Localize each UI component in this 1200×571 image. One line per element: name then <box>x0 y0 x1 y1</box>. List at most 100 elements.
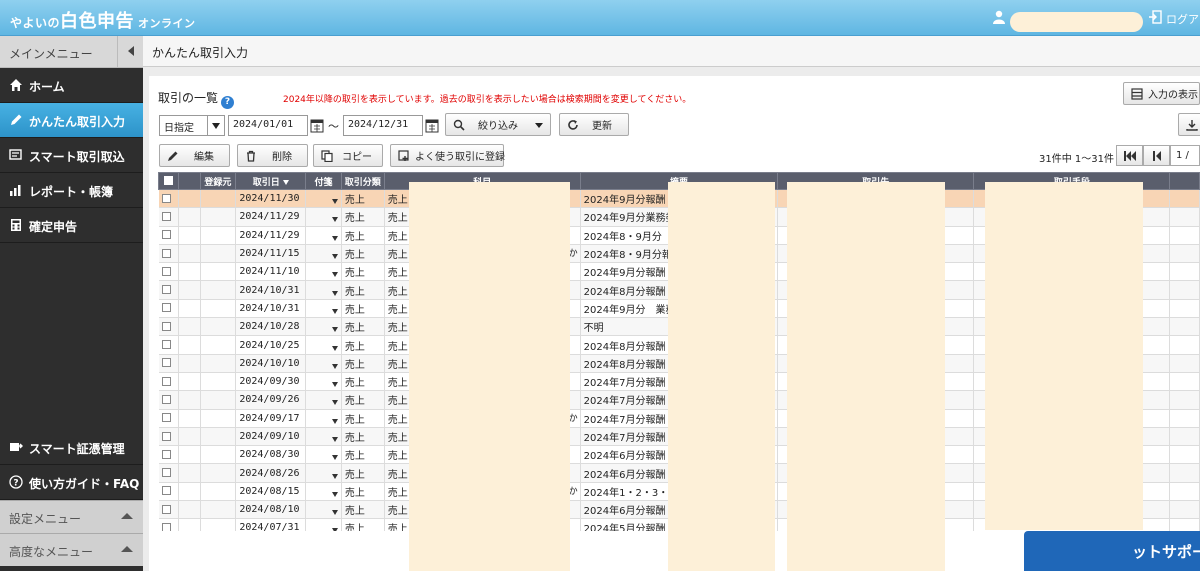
row-checkbox[interactable] <box>158 518 179 531</box>
calendar-icon[interactable] <box>310 117 324 133</box>
settings-menu-toggle[interactable]: 設定メニュー <box>0 500 143 533</box>
cell-sticky-note[interactable] <box>305 354 342 373</box>
sidebar-item-home[interactable]: ホーム <box>0 68 143 103</box>
cell-sticky-note[interactable] <box>305 445 342 465</box>
sidebar-item-tax-return[interactable]: 確定申告 <box>0 208 143 243</box>
sidebar-item-smart-import[interactable]: スマート取引取込 <box>0 138 143 173</box>
logout-link[interactable]: ログアウ <box>1166 11 1200 27</box>
row-checkbox[interactable] <box>158 207 179 227</box>
cell-sticky-note[interactable] <box>305 280 342 300</box>
first-page-button[interactable] <box>1116 145 1143 166</box>
row-checkbox[interactable] <box>158 427 179 447</box>
date-type-select[interactable]: 日指定 <box>159 115 225 136</box>
row-checkbox[interactable] <box>158 445 179 465</box>
delete-button[interactable]: 削除 <box>237 144 308 167</box>
cell-sticky-note[interactable] <box>305 427 342 447</box>
logout-icon[interactable] <box>1148 10 1162 24</box>
cell-category: 売上 <box>341 390 385 410</box>
prev-page-button[interactable] <box>1143 145 1170 166</box>
cell-sticky-note[interactable] <box>305 518 342 531</box>
advanced-menu-toggle[interactable]: 高度なメニュー <box>0 533 143 566</box>
cell-sticky-note[interactable] <box>305 372 342 392</box>
row-checkbox[interactable] <box>158 354 179 373</box>
calendar-icon[interactable] <box>425 117 439 133</box>
main-menu-label: メインメニュー <box>9 47 93 61</box>
cell-source <box>200 427 237 447</box>
collapse-sidebar-button[interactable] <box>117 36 143 67</box>
cell-sticky-note[interactable] <box>305 390 342 410</box>
cell-sticky-note[interactable] <box>305 226 342 245</box>
row-checkbox[interactable] <box>158 390 179 410</box>
cell-sticky-note[interactable] <box>305 262 342 282</box>
filter-button[interactable]: 絞り込み <box>445 113 551 136</box>
receipt-icon <box>9 440 23 454</box>
cell-date: 2024/11/10 <box>235 262 307 282</box>
date-from-input[interactable]: 2024/01/01 <box>228 115 308 136</box>
cell-extra <box>1169 189 1200 209</box>
export-button[interactable]: 帳 <box>1178 113 1200 136</box>
cell-sticky-note[interactable] <box>305 299 342 319</box>
sidebar-item-easy-entry[interactable]: かんたん取引入力 <box>0 103 143 138</box>
cell-category: 売上 <box>341 262 385 282</box>
cell-date-text: 2024/09/10 <box>239 431 300 442</box>
edit-button[interactable]: 編集 <box>159 144 230 167</box>
cell-date: 2024/08/10 <box>235 500 307 520</box>
chevron-down-icon <box>207 116 224 135</box>
page-number-input[interactable]: 1 / <box>1170 145 1200 166</box>
cell-memo-text: 2024年6月分報酬 <box>583 469 666 481</box>
refresh-button[interactable]: 更新 <box>559 113 629 136</box>
copy-button[interactable]: コピー <box>313 144 383 167</box>
row-checkbox[interactable] <box>158 189 179 209</box>
row-checkbox[interactable] <box>158 226 179 245</box>
cell-sticky-note[interactable] <box>305 317 342 337</box>
cell-source <box>200 518 237 531</box>
row-checkbox[interactable] <box>158 482 179 502</box>
app-logo[interactable]: やよいの白色申告 オンライン <box>10 7 196 33</box>
cell-category-text: 売上 <box>344 433 365 444</box>
chevron-down-icon <box>331 455 338 461</box>
row-blank <box>178 189 201 209</box>
cell-source <box>200 390 237 410</box>
cell-sticky-note[interactable] <box>305 409 342 428</box>
row-checkbox[interactable] <box>158 500 179 520</box>
cell-sticky-note[interactable] <box>305 207 342 227</box>
cell-category-text: 売上 <box>344 469 365 481</box>
cell-sticky-note[interactable] <box>305 463 342 483</box>
sidebar-item-smart-receipts[interactable]: スマート証憑管理 <box>0 430 143 465</box>
row-checkbox[interactable] <box>158 372 179 392</box>
row-checkbox[interactable] <box>158 335 179 355</box>
input-display-button[interactable]: 入力の表示 <box>1123 82 1200 105</box>
row-checkbox[interactable] <box>158 299 179 319</box>
row-checkbox[interactable] <box>158 463 179 483</box>
cell-sticky-note[interactable] <box>305 244 342 264</box>
cell-account-text: 売上 <box>387 195 408 207</box>
date-to-input[interactable]: 2024/12/31 <box>343 115 423 136</box>
cell-sticky-note[interactable] <box>305 335 342 355</box>
header-source[interactable]: 登録元 <box>199 172 237 190</box>
cell-date-text: 2024/08/15 <box>239 485 300 497</box>
select-all-checkbox[interactable] <box>158 172 179 190</box>
row-checkbox[interactable] <box>158 409 179 428</box>
cell-category: 売上 <box>341 207 385 227</box>
trash-icon <box>245 150 257 162</box>
header-sticky-note[interactable]: 付箋 <box>305 172 342 190</box>
cell-sticky-note[interactable] <box>305 189 342 209</box>
register-favorite-button[interactable]: よく使う取引に登録 <box>390 144 505 167</box>
cell-sticky-note[interactable] <box>305 500 342 520</box>
help-icon[interactable]: ? <box>221 96 235 109</box>
cell-extra <box>1169 335 1200 355</box>
sidebar-item-reports[interactable]: レポート・帳簿 <box>0 173 143 208</box>
header-blank <box>177 172 201 190</box>
row-checkbox[interactable] <box>158 280 179 300</box>
cell-account-text: 売上 <box>387 341 408 353</box>
support-chat-button[interactable]: ットサポー <box>1024 531 1200 571</box>
sidebar-item-guide-faq[interactable]: ? 使い方ガイド・FAQ <box>0 465 143 500</box>
row-checkbox[interactable] <box>158 244 179 264</box>
header-category[interactable]: 取引分類 <box>340 172 385 190</box>
header-date[interactable]: 取引日 <box>235 172 307 190</box>
cell-sticky-note[interactable] <box>305 482 342 502</box>
date-range-separator: ～ <box>328 120 339 133</box>
cell-source <box>200 280 237 300</box>
row-checkbox[interactable] <box>158 262 179 282</box>
row-checkbox[interactable] <box>158 317 179 337</box>
